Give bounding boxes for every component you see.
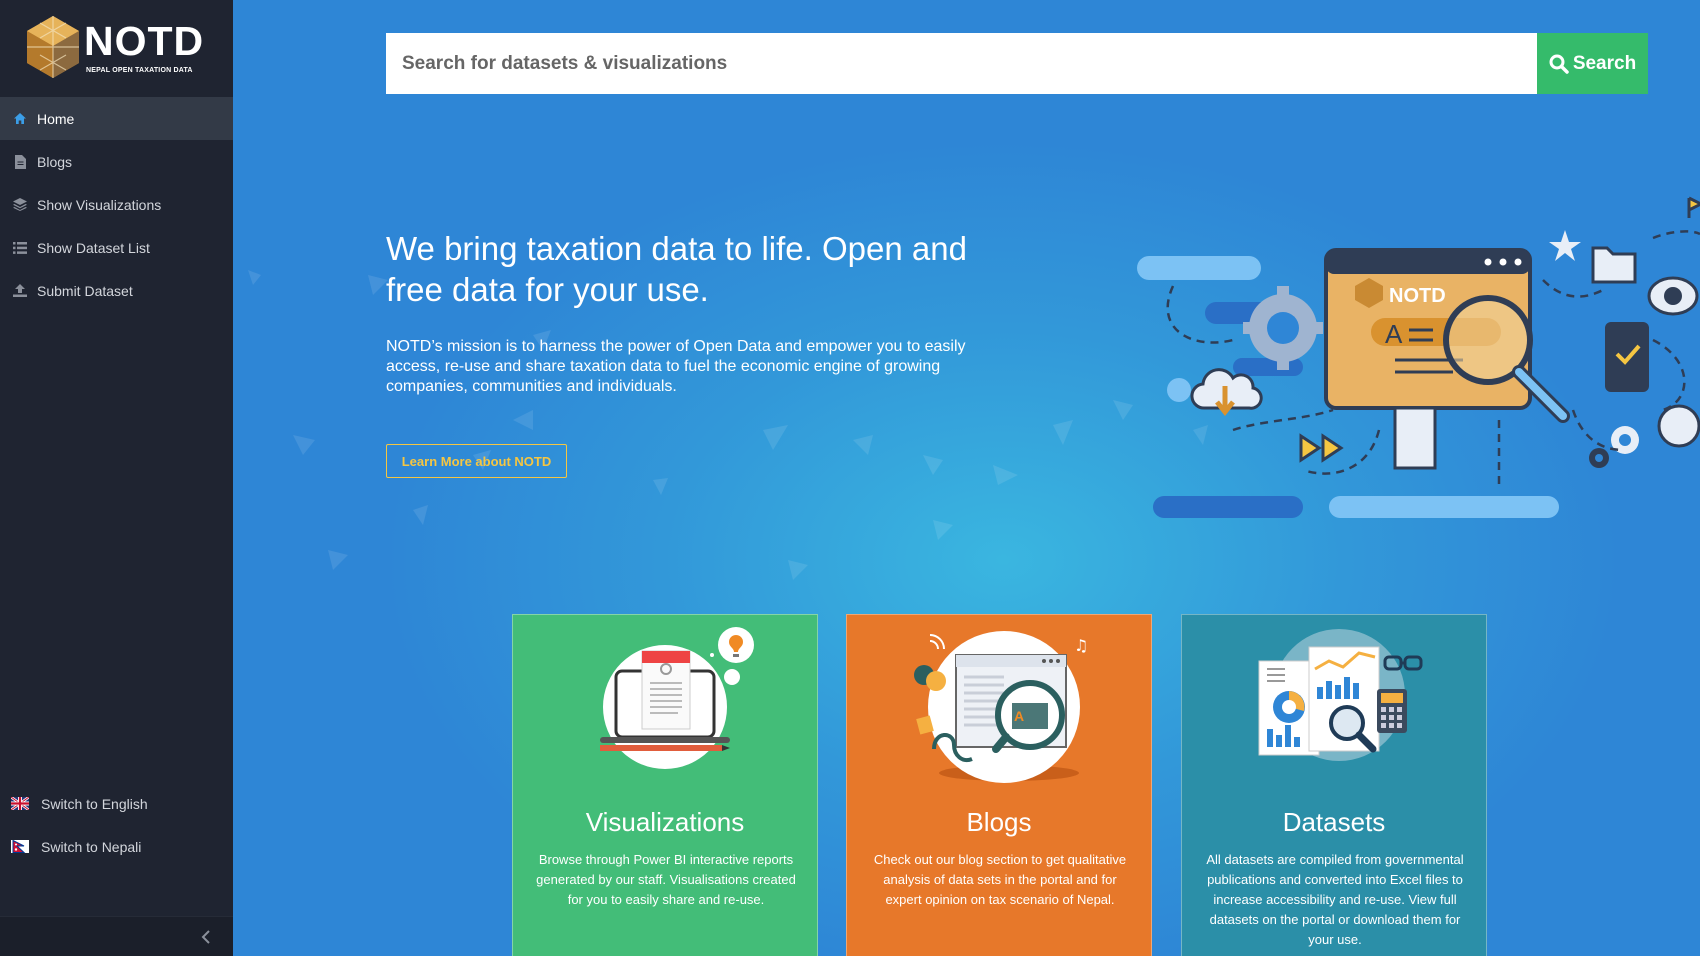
illustration-glyph: A: [1385, 319, 1403, 349]
search-bar: Search: [386, 33, 1648, 94]
switch-english-label: Switch to English: [41, 795, 148, 812]
datasets-illustration: [1258, 629, 1423, 761]
upload-icon: [13, 284, 27, 298]
sidebar-footer: [0, 916, 233, 956]
visualizations-card[interactable]: Visualizations Browse through Power BI i…: [512, 614, 818, 956]
sidebar-item-blogs[interactable]: Blogs: [0, 140, 233, 183]
svg-text:♫: ♫: [1074, 636, 1088, 655]
hero-title: We bring taxation data to life. Open and…: [386, 230, 967, 308]
collapse-sidebar-button[interactable]: [201, 929, 215, 945]
uk-flag-icon: [11, 797, 29, 810]
sidebar-item-label: Blogs: [37, 153, 73, 170]
logo-subtitle: NEPAL OPEN TAXATION DATA: [86, 67, 193, 74]
blogs-illustration: A ♫: [914, 631, 1088, 783]
sidebar-item-dataset-list[interactable]: Show Dataset List: [0, 226, 233, 269]
search-icon: [1549, 54, 1569, 74]
chevron-left-icon: [201, 930, 210, 944]
home-icon: [13, 112, 27, 126]
sidebar-item-label: Home: [37, 110, 75, 127]
hero-illustration: NOTD A: [1137, 196, 1700, 518]
layers-icon: [13, 198, 27, 212]
blogs-card[interactable]: A ♫ Blogs Check out our blog section to …: [846, 614, 1152, 956]
blogs-illustration-glyph: A: [1014, 708, 1024, 724]
switch-nepali-button[interactable]: Switch to Nepali: [0, 825, 233, 868]
notd-logo[interactable]: NOTD NEPAL OPEN TAXATION DATA: [22, 12, 212, 82]
nepal-flag-icon: [11, 840, 29, 853]
blogs-card-text: Check out our blog section to get qualit…: [873, 852, 1127, 907]
main-content: Search We bring taxation data to life. O…: [233, 0, 1700, 956]
visualizations-card-title: Visualizations: [585, 807, 745, 837]
logo-title: NOTD: [84, 18, 205, 64]
search-input[interactable]: [386, 33, 1537, 94]
switch-english-button[interactable]: Switch to English: [0, 782, 233, 825]
illustration-logo-text: NOTD: [1389, 285, 1446, 307]
datasets-card[interactable]: Datasets All datasets are compiled from …: [1181, 614, 1487, 956]
hero-description: NOTD’s mission is to harness the power o…: [386, 338, 966, 395]
sidebar-item-visualizations[interactable]: Show Visualizations: [0, 183, 233, 226]
file-icon: [13, 154, 27, 169]
list-icon: [13, 241, 27, 255]
sidebar-item-label: Show Visualizations: [37, 196, 162, 213]
sidebar-item-submit-dataset[interactable]: Submit Dataset: [0, 269, 233, 312]
search-button-label: Search: [1572, 52, 1637, 74]
blogs-card-title: Blogs: [966, 807, 1032, 837]
search-button[interactable]: Search: [1537, 33, 1648, 94]
switch-nepali-label: Switch to Nepali: [41, 838, 142, 855]
visualizations-card-text: Browse through Power BI interactive repo…: [536, 852, 796, 907]
hexagon-logo-icon: [27, 16, 79, 78]
sidebar-item-label: Show Dataset List: [37, 239, 150, 256]
learn-more-button[interactable]: Learn More about NOTD: [386, 444, 567, 478]
sidebar: NOTD NEPAL OPEN TAXATION DATA Home Blogs…: [0, 0, 233, 956]
visualizations-illustration: [600, 627, 754, 769]
sidebar-nav: Home Blogs Show Visualizations Show Data…: [0, 97, 233, 312]
datasets-card-text: All datasets are compiled from governmen…: [1206, 852, 1464, 947]
datasets-card-title: Datasets: [1282, 807, 1386, 837]
sidebar-item-home[interactable]: Home: [0, 97, 233, 140]
sidebar-item-label: Submit Dataset: [37, 282, 133, 299]
